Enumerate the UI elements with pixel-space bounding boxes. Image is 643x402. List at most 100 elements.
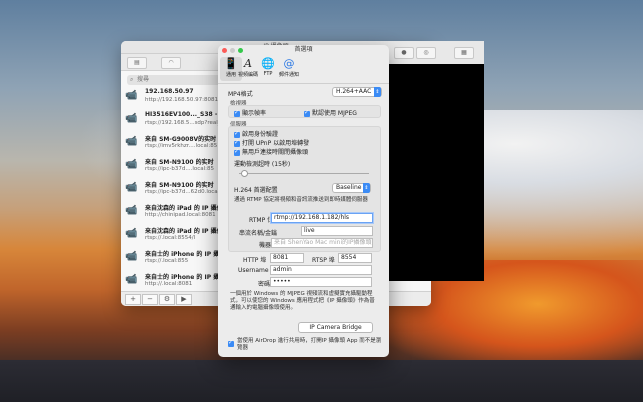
video-camera-icon: 📹: [125, 274, 138, 285]
play-button[interactable]: ▶: [176, 294, 192, 305]
camera-name: 来自士的 iPhone 的 IP 攝像: [145, 251, 226, 258]
video-camera-icon: 📹: [125, 136, 138, 147]
minimize-button[interactable]: [230, 48, 235, 53]
rtmp-address-input[interactable]: rtmp://192.168.1.182/hls: [271, 213, 373, 223]
camera-url: rtsp://ipc-b37d....local:85: [145, 166, 215, 172]
rtsp-port-input[interactable]: 8554: [338, 253, 372, 263]
bridge-description: 一個用於 Windows 的 MJPEG 視頻流和虛擬實充攝驅動程式，可以使您的…: [230, 291, 375, 311]
motion-timeout-label: 運動檢測超時 (15秒): [234, 161, 291, 168]
at-icon: @: [283, 57, 295, 70]
close-camera-label: 無用戶連接時關閉攝像頭: [242, 149, 309, 156]
http-port-label: HTTP 埠: [243, 257, 267, 264]
checkbox-checked-icon: [234, 148, 240, 156]
sidebar-toggle-button[interactable]: ▤: [127, 57, 147, 69]
enable-auth-checkbox[interactable]: 啟用身份驗證: [234, 129, 278, 138]
ip-camera-bridge-button[interactable]: IP Camera Bridge: [298, 322, 373, 333]
video-camera-icon: 📹: [125, 251, 138, 262]
preferences-title-bar: 首選項: [218, 45, 389, 55]
camera-list-item[interactable]: 📹 来自 SM-N9100 的实时 rtsp://ipc-b37d....local…: [121, 154, 221, 177]
text-a-icon: A: [244, 57, 252, 70]
preferences-tabs: 📱 通用 A 視頻編碼 🌐 FTP @ 郵件通知: [218, 55, 389, 84]
rtmp-description: 通過 RTMP 協定將視頻和音訊流推送到即時媒體伺服器: [234, 197, 368, 203]
camera-list-item[interactable]: 📹 来自士的 iPhone 的 IP 攝像 http://.local:8081: [121, 269, 225, 292]
checkbox-checked-icon: [234, 130, 240, 138]
camera-name: 来自 SM-N9100 的实时: [145, 182, 214, 189]
camera-list-item[interactable]: 📹 192.168.50.97 http://192.168.50.97:8081: [121, 85, 221, 108]
password-input[interactable]: •••••: [270, 277, 372, 287]
camera-url: rtsp://192.168.5...sdp?real_s: [145, 120, 224, 126]
device-name-input[interactable]: 来自 ShenYao Mac mini的IP攝像頭: [271, 238, 373, 248]
show-framerate-checkbox[interactable]: 顯示幀率: [234, 108, 266, 117]
upnp-label: 打開 UPnP 以啟用埠轉發: [242, 140, 310, 147]
preview-toolbar: ● ◎ ▦: [388, 41, 484, 65]
username-label: Username: [238, 267, 269, 274]
camera-list-item[interactable]: 📹 来自 SM-N9100 的实时 rtsp://ipc-b37d...62d0.l…: [121, 177, 221, 200]
chevron-updown-icon: ⇕: [363, 183, 370, 193]
tab-ftp[interactable]: 🌐 FTP: [257, 57, 279, 77]
preferences-window: 首選項 📱 通用 A 視頻編碼 🌐 FTP @ 郵件通知 MP4格式 H.264+AAC…: [218, 45, 389, 357]
h264-profile-label: H.264 首選配置: [234, 187, 278, 194]
h264-profile-select[interactable]: Baseline ⇕: [332, 183, 371, 193]
camera-list-item[interactable]: 📹 HI3516EV100..._S38 - F rtsp://192.168.5.…: [121, 108, 224, 131]
camera-list-item[interactable]: 📹 来自 SM-G9008V的实时 rtsp://imv5rkhzr....loca…: [121, 131, 221, 154]
camera-name: 来自士的 iPhone 的 IP 攝像: [145, 274, 226, 281]
search-icon: ⌕: [130, 76, 134, 83]
stream-key-label: 串流名稱/金鑰: [239, 230, 278, 237]
password-label: 密碼: [258, 281, 271, 288]
camera-url: http://192.168.50.97:8081: [145, 97, 218, 103]
camera-list-item[interactable]: 📹 来自沈森的 iPad 的 IP 攝像 rtsp://.local:8554/l: [121, 223, 223, 246]
camera-url: rtsp://ipc-b37d...62d0.local: [145, 189, 220, 195]
camera-url: rtsp://.local:855: [145, 258, 189, 264]
wallpaper-lake: [0, 360, 643, 402]
default-mjpeg-label: 默認使用 MJPEG: [312, 110, 357, 117]
close-button[interactable]: [222, 48, 227, 53]
settings-gear-button[interactable]: ⚙: [159, 294, 175, 305]
rtsp-port-label: RTSP 埠: [312, 257, 335, 264]
camera-name: HI3516EV100..._S38 - F: [145, 111, 224, 118]
snapshot-button[interactable]: ◎: [416, 47, 436, 59]
tab-email[interactable]: @ 郵件通知: [278, 57, 300, 78]
h264-profile-value: Baseline: [336, 184, 362, 191]
airdrop-checkbox[interactable]: [228, 339, 236, 347]
enable-auth-label: 啟用身份驗證: [242, 131, 279, 138]
camera-list-item[interactable]: 📹 来自士的 iPhone 的 IP 攝像 rtsp://.local:855: [121, 246, 225, 269]
zoom-button[interactable]: [238, 48, 243, 53]
checkbox-checked-icon: [228, 339, 234, 347]
add-camera-button[interactable]: +: [125, 294, 141, 305]
camera-name: 192.168.50.97: [145, 88, 194, 95]
mp4-format-value: H.264+AAC: [336, 88, 372, 95]
username-input[interactable]: admin: [270, 265, 372, 275]
preferences-title: 首選項: [294, 46, 313, 53]
checkbox-checked-icon: [234, 109, 240, 117]
video-camera-icon: 📹: [125, 90, 138, 101]
default-mjpeg-checkbox[interactable]: 默認使用 MJPEG: [304, 108, 357, 117]
upnp-checkbox[interactable]: 打開 UPnP 以啟用埠轉發: [234, 138, 309, 147]
wifi-button[interactable]: ◠: [161, 57, 181, 69]
record-button[interactable]: ●: [394, 47, 414, 59]
camera-url: http://.local:8081: [145, 281, 193, 287]
tab-video-encoding[interactable]: A 視頻編碼: [237, 57, 259, 78]
motion-timeout-slider[interactable]: [239, 173, 369, 174]
mp4-format-select[interactable]: H.264+AAC ⇕: [332, 87, 382, 97]
camera-list-item[interactable]: 📹 来自沈森的 iPad 的 IP 攝像 http://chinipad.local…: [121, 200, 223, 223]
remove-camera-button[interactable]: −: [142, 294, 158, 305]
camera-name: 来自 SM-G9008V的实时: [145, 136, 217, 143]
close-camera-checkbox[interactable]: 無用戶連接時關閉攝像頭: [234, 147, 308, 156]
chevron-updown-icon: ⇕: [374, 87, 381, 97]
stream-key-input[interactable]: live: [301, 226, 373, 236]
device-label: 機器: [259, 242, 272, 249]
layout-button[interactable]: ▦: [454, 47, 474, 59]
video-camera-icon: 📹: [125, 205, 138, 216]
video-camera-icon: 📹: [125, 113, 138, 124]
viewer-group: 顯示幀率 默認使用 MJPEG: [228, 105, 381, 118]
checkbox-checked-icon: [304, 109, 310, 117]
show-framerate-label: 顯示幀率: [242, 110, 267, 117]
tab-label: 郵件通知: [278, 72, 299, 78]
camera-url: rtsp://.local:8554/l: [145, 235, 196, 241]
checkbox-checked-icon: [234, 139, 240, 147]
slider-knob[interactable]: [241, 170, 248, 177]
http-port-input[interactable]: 8081: [270, 253, 304, 263]
video-camera-icon: 📹: [125, 182, 138, 193]
airdrop-label: 當使用 AirDrop 進行共用時，打開IP 攝像頭 App 而不是瀏覽器: [237, 338, 382, 351]
camera-url: rtsp://imv5rkhzr....local:85: [145, 143, 218, 149]
